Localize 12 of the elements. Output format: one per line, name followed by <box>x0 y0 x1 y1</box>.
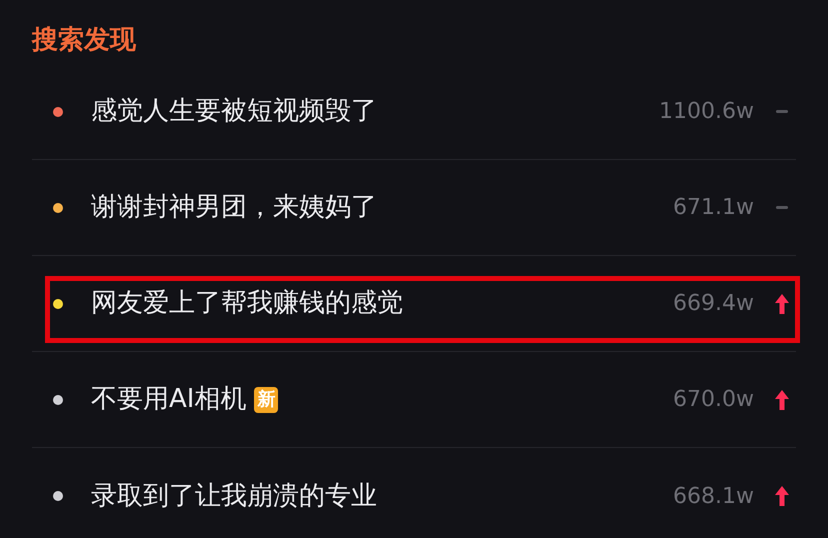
new-badge: 新 <box>254 386 278 412</box>
topic-link[interactable]: 谢谢封神男团，来姨妈了 <box>91 188 377 227</box>
topic-link[interactable]: 网友爱上了帮我赚钱的感觉 <box>91 284 403 323</box>
heat-count: 669.4w <box>673 290 754 318</box>
heat-count: 1100.6w <box>659 98 754 126</box>
section-title: 搜索发现 <box>32 24 136 57</box>
topic-link[interactable]: 录取到了让我崩溃的专业 <box>91 476 377 516</box>
heat-count: 668.1w <box>673 482 754 510</box>
topic-link[interactable]: 感觉人生要被短视频毁了 <box>91 92 377 131</box>
heat-count: 671.1w <box>673 194 754 222</box>
heat-count: 670.0w <box>673 386 754 414</box>
topic-link[interactable]: 不要用AI相机 <box>91 380 246 419</box>
